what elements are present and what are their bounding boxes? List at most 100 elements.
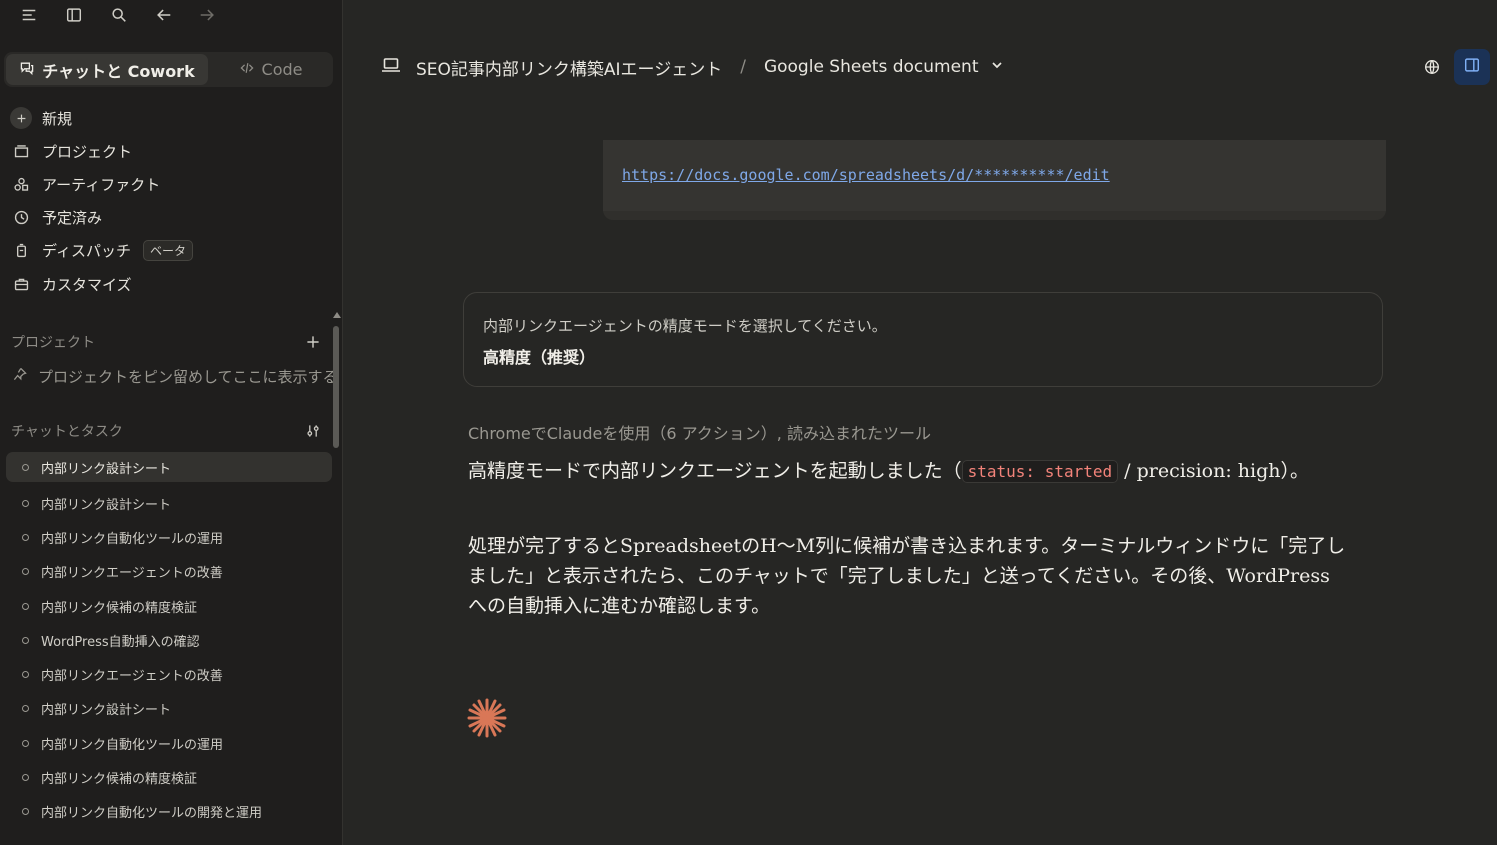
sidebar-scrollbar[interactable]: [333, 312, 341, 845]
task-status-dot-icon: [22, 499, 29, 507]
briefcase-icon: [10, 273, 32, 295]
task-item[interactable]: WordPress自動挿入の確認: [6, 623, 332, 657]
nav-projects[interactable]: プロジェクト: [10, 137, 132, 165]
tasks-section-title: チャットとタスク: [11, 424, 123, 440]
spreadsheet-link[interactable]: https://docs.google.com/spreadsheets/d/*…: [622, 166, 1110, 184]
clock-icon: [10, 206, 32, 228]
projects-pin-hint: プロジェクトをピン留めしてここに表示する: [12, 364, 338, 388]
dispatch-icon: [10, 239, 32, 261]
task-label: WordPress自動挿入の確認: [41, 634, 200, 650]
menu-icon[interactable]: [17, 3, 41, 27]
globe-icon[interactable]: [1420, 55, 1444, 79]
task-item[interactable]: 内部リンク設計シート: [6, 452, 332, 482]
app-window: チャットと Cowork Code 新規 プロジェクト アーティファクト 予定済…: [0, 0, 1497, 845]
task-label: 内部リンク設計シート: [41, 703, 172, 719]
scroll-thumb[interactable]: [333, 326, 339, 448]
add-project-icon[interactable]: [303, 332, 323, 352]
nav-artifacts-label: アーティファクト: [42, 175, 161, 194]
task-status-dot-icon: [22, 602, 29, 610]
task-label: 内部リンク自動化ツールの開発と運用: [41, 806, 263, 822]
task-status-dot-icon: [22, 774, 29, 782]
task-status-dot-icon: [22, 808, 29, 816]
nav-projects-label: プロジェクト: [42, 142, 133, 161]
document-selector[interactable]: Google Sheets document: [764, 57, 1005, 78]
task-status-dot-icon: [22, 636, 29, 644]
task-item[interactable]: 内部リンク自動化ツールの開発と運用: [6, 795, 332, 829]
mode-code-label: Code: [261, 60, 303, 79]
scroll-up-arrow-icon[interactable]: [333, 312, 341, 318]
nav-customize-label: カスタマイズ: [42, 275, 132, 294]
folder-icon: [10, 140, 32, 162]
task-status-dot-icon: [22, 739, 29, 747]
code-icon: [239, 60, 255, 80]
task-label: 内部リンク設計シート: [41, 497, 172, 513]
task-item[interactable]: 内部リンク設計シート: [6, 692, 332, 726]
task-item[interactable]: 内部リンク候補の精度検証: [6, 589, 332, 623]
breadcrumb: SEO記事内部リンク構築AIエージェント / Google Sheets doc…: [380, 52, 1005, 82]
task-item[interactable]: 内部リンク自動化ツールの運用: [6, 520, 332, 554]
task-list: 内部リンク設計シート 内部リンク設計シート 内部リンク自動化ツールの運用 内部リ…: [6, 452, 332, 829]
selected-answer: 高精度（推奨）: [483, 348, 596, 367]
filter-sliders-icon[interactable]: [303, 421, 323, 441]
nav-new[interactable]: 新規: [10, 104, 72, 132]
main-panel: SEO記事内部リンク構築AIエージェント / Google Sheets doc…: [344, 0, 1497, 845]
nav-scheduled-label: 予定済み: [42, 208, 103, 227]
tool-usage-summary[interactable]: ChromeでClaudeを使用（6 アクション）, 読み込まれたツール: [468, 420, 931, 444]
sidebar-toolbar: [0, 0, 343, 30]
nav-artifacts[interactable]: アーティファクト: [10, 170, 160, 198]
task-status-dot-icon: [22, 705, 29, 713]
nav-dispatch[interactable]: ディスパッチ ベータ: [10, 236, 193, 264]
code-block: https://docs.google.com/spreadsheets/d/*…: [603, 140, 1386, 220]
plus-icon: [10, 107, 32, 129]
task-item[interactable]: 内部リンクエージェントの改善: [6, 555, 332, 589]
status-code-inline: status: started: [961, 460, 1119, 483]
forward-arrow-icon[interactable]: [195, 3, 219, 27]
task-item[interactable]: 内部リンク候補の精度検証: [6, 760, 332, 794]
sidebar-toggle-icon[interactable]: [62, 3, 86, 27]
task-label: 内部リンクエージェントの改善: [41, 566, 223, 582]
task-status-dot-icon: [22, 568, 29, 576]
back-arrow-icon[interactable]: [152, 3, 176, 27]
breadcrumb-separator: /: [740, 57, 746, 77]
task-status-dot-icon: [22, 533, 29, 541]
mode-chat-label: チャットと Cowork: [42, 61, 195, 81]
breadcrumb-document: Google Sheets document: [763, 57, 979, 77]
task-status-dot-icon: [22, 463, 29, 471]
task-status-dot-icon: [22, 671, 29, 679]
artifacts-icon: [10, 173, 32, 195]
task-label: 内部リンクエージェントの改善: [41, 669, 223, 685]
response-paragraph-1: 高精度モードで内部リンクエージェントを起動しました（ status: starte…: [468, 456, 1348, 487]
response-text: 高精度モードで内部リンクエージェントを起動しました（: [468, 460, 962, 482]
nav-scheduled[interactable]: 予定済み: [10, 203, 102, 231]
beta-badge: ベータ: [142, 239, 193, 261]
response-paragraph-2: 処理が完了するとSpreadsheetのH〜M列に候補が書き込まれます。ターミナ…: [468, 535, 1346, 617]
panel-right-icon: [1463, 56, 1481, 78]
search-icon[interactable]: [107, 3, 131, 27]
nav-dispatch-label: ディスパッチ: [42, 241, 131, 260]
side-panel-toggle-button[interactable]: [1454, 49, 1490, 85]
question-text: 内部リンクエージェントの精度モードを選択してください。: [483, 317, 887, 335]
chevron-down-icon: [989, 57, 1005, 78]
projects-section-title: プロジェクト: [11, 335, 95, 351]
task-item[interactable]: 内部リンクエージェントの改善: [6, 657, 332, 691]
task-label: 内部リンク自動化ツールの運用: [41, 737, 224, 753]
chat-bubbles-icon: [19, 60, 35, 80]
pin-icon: [12, 366, 28, 386]
mode-chat-cowork-tab[interactable]: チャットと Cowork: [6, 54, 208, 85]
nav-customize[interactable]: カスタマイズ: [10, 270, 132, 298]
task-label: 内部リンク候補の精度検証: [41, 600, 198, 616]
laptop-icon: [380, 54, 402, 81]
mode-switch: チャットと Cowork Code: [4, 52, 333, 87]
task-label: 内部リンク設計シート: [41, 461, 172, 477]
breadcrumb-project[interactable]: SEO記事内部リンク構築AIエージェント: [416, 55, 722, 80]
task-item[interactable]: 内部リンク設計シート: [6, 486, 332, 520]
task-item[interactable]: 内部リンク自動化ツールの運用: [6, 726, 332, 760]
nav-new-label: 新規: [42, 109, 73, 128]
task-label: 内部リンク自動化ツールの運用: [41, 531, 224, 547]
mode-code-tab[interactable]: Code: [210, 54, 331, 85]
task-label: 内部リンク候補の精度検証: [41, 772, 198, 788]
response-text: / precision: high）。: [1118, 460, 1309, 482]
sidebar: チャットと Cowork Code 新規 プロジェクト アーティファクト 予定済…: [0, 0, 343, 845]
claude-spark-icon: [467, 698, 507, 738]
projects-pin-hint-label: プロジェクトをピン留めしてここに表示する: [38, 367, 338, 386]
